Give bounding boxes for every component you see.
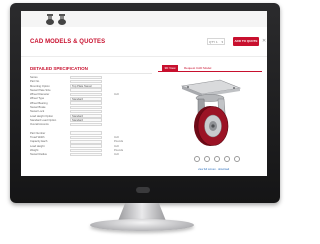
rotate-icon[interactable] bbox=[194, 156, 200, 162]
spec-value-field[interactable]: Standard bbox=[70, 118, 102, 122]
spec-unit: Inch bbox=[114, 136, 120, 140]
spec-label: Capacity Each bbox=[30, 140, 48, 144]
spec-value-field[interactable] bbox=[70, 75, 102, 80]
spec-unit: Pounds bbox=[114, 140, 124, 144]
spec-value-field[interactable]: Top Plate Swivel bbox=[70, 84, 102, 88]
spec-value-field[interactable] bbox=[70, 101, 102, 105]
quantity-select[interactable]: QTY 1 ▾ bbox=[207, 38, 225, 45]
caster-logo-icon bbox=[57, 14, 67, 25]
chevron-down-icon: ▾ bbox=[221, 40, 223, 44]
specification-panel: DETAILED SPECIFICATION Series Part No. Mou… bbox=[26, 64, 156, 176]
spec-value-field[interactable] bbox=[70, 79, 102, 84]
monitor-screen: CAD MODELS & QUOTES QTY 1 ▾ ADD TO QUOTE… bbox=[21, 11, 267, 176]
spec-label: Overall Accents bbox=[30, 123, 49, 127]
spec-unit: Inch bbox=[114, 93, 120, 97]
spec-unit: Pounds bbox=[114, 149, 124, 153]
viewer-link[interactable]: view full screen · download bbox=[198, 168, 229, 171]
spec-value-field[interactable]: Standard bbox=[70, 114, 102, 118]
quantity-value: QTY 1 bbox=[209, 40, 218, 44]
spec-list: Series Part No. Mounting Option Top Plate S… bbox=[30, 75, 154, 158]
spec-value-field[interactable] bbox=[70, 92, 102, 97]
reset-icon[interactable] bbox=[224, 156, 230, 162]
page-header: CAD MODELS & QUOTES QTY 1 ▾ ADD TO QUOTE… bbox=[21, 27, 267, 57]
spec-label: Wheel Bearing bbox=[30, 101, 48, 105]
spec-value-field[interactable] bbox=[70, 105, 102, 110]
spec-label: Part Number bbox=[30, 131, 46, 135]
caster-3d-model[interactable] bbox=[168, 78, 252, 152]
zoom-icon[interactable] bbox=[214, 156, 220, 162]
tab-request-cad[interactable]: Request CAD Model bbox=[182, 65, 216, 72]
spec-label: Part No. bbox=[30, 80, 40, 84]
monitor-stand-base bbox=[90, 219, 194, 231]
spec-value-field[interactable] bbox=[70, 135, 102, 140]
spec-value-field[interactable] bbox=[70, 152, 102, 157]
divider bbox=[30, 73, 152, 74]
spec-label: Mounting Option bbox=[30, 84, 50, 88]
fullscreen-icon[interactable] bbox=[234, 156, 240, 162]
spec-label: Series bbox=[30, 76, 38, 79]
tab-3d-view[interactable]: 3D View bbox=[162, 65, 178, 72]
spec-unit: Inch bbox=[114, 153, 120, 157]
spec-title: DETAILED SPECIFICATION bbox=[30, 66, 88, 71]
spec-value-field[interactable] bbox=[70, 109, 102, 114]
monitor-frame: CAD MODELS & QUOTES QTY 1 ▾ ADD TO QUOTE… bbox=[10, 3, 280, 203]
page-title: CAD MODELS & QUOTES bbox=[30, 39, 106, 45]
spec-label: Swivel Radius bbox=[30, 153, 47, 157]
spec-label: Standard Load Option bbox=[30, 118, 57, 122]
spec-label: Weight bbox=[30, 149, 39, 153]
spec-value-field[interactable] bbox=[70, 122, 102, 127]
top-bar bbox=[21, 11, 267, 27]
spec-unit: Inch bbox=[114, 144, 120, 148]
spec-value-field[interactable] bbox=[70, 88, 102, 92]
spec-value-field[interactable] bbox=[70, 131, 102, 135]
pan-icon[interactable] bbox=[204, 156, 210, 162]
spec-value-field[interactable]: Standard bbox=[70, 96, 102, 101]
monitor-logo bbox=[136, 187, 150, 193]
spec-label: Swivel Lock bbox=[30, 110, 45, 114]
bolt-hole bbox=[233, 87, 235, 89]
spec-label: Swivel Brake bbox=[30, 106, 46, 110]
axle-nut bbox=[211, 124, 215, 128]
bolt-hole bbox=[187, 86, 189, 88]
caster-logo-icon bbox=[45, 14, 55, 25]
close-icon[interactable]: ✕ bbox=[262, 38, 266, 44]
viewer-toolbar bbox=[194, 156, 252, 163]
spec-label: Load Height Option bbox=[30, 114, 54, 118]
spec-value-field[interactable] bbox=[70, 144, 102, 148]
spec-label: Swivel Plate Size bbox=[30, 88, 51, 92]
cad-viewer-panel: 3D View Request CAD Model view full scre… bbox=[158, 64, 262, 176]
spec-value-field[interactable] bbox=[70, 139, 102, 144]
spec-row: Swivel Radius Inch bbox=[30, 152, 154, 157]
add-to-quote-button[interactable]: ADD TO QUOTE bbox=[233, 37, 259, 46]
spec-label: Wheel Type bbox=[30, 97, 45, 101]
spec-label: Tread Width bbox=[30, 136, 45, 140]
spec-label: Load Height bbox=[30, 144, 45, 148]
viewer-tabs: 3D View Request CAD Model bbox=[158, 64, 262, 72]
spec-label: Wheel Diameter bbox=[30, 93, 50, 97]
spec-value-field[interactable] bbox=[70, 148, 102, 153]
